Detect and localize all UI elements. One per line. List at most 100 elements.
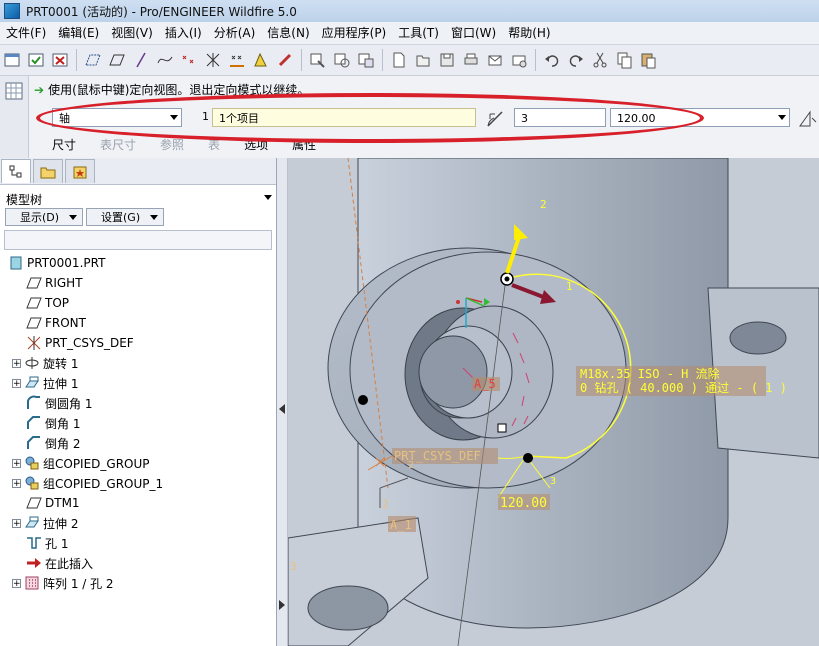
tree-item-hole-1[interactable]: 孔 1 (26, 533, 68, 553)
panel-splitter[interactable] (277, 158, 288, 646)
menu-insert[interactable]: 插入(I) (159, 22, 208, 44)
angle-range-icon[interactable] (798, 110, 818, 128)
tree-item-label: 拉伸 1 (43, 376, 79, 391)
tree-item-round-1[interactable]: 倒圆角 1 (26, 393, 92, 413)
show-button[interactable]: 显示(D) (5, 208, 83, 226)
tab-dimensions[interactable]: 尺寸 (52, 136, 76, 153)
tree-item-label: 在此插入 (45, 556, 94, 571)
folder-icon (40, 167, 56, 178)
tree-item-label: 阵列 1 / 孔 2 (43, 576, 114, 591)
send-icon[interactable] (508, 49, 530, 71)
plane-display-icon[interactable] (106, 49, 128, 71)
cut-icon[interactable] (589, 49, 611, 71)
tree-item-copied-group-1[interactable]: + 组COPIED_GROUP_1 (12, 473, 163, 493)
link-icon[interactable] (274, 49, 296, 71)
email-icon[interactable] (484, 49, 506, 71)
axis-tag-a1: A_1 (390, 518, 412, 532)
open-file-icon[interactable] (412, 49, 434, 71)
tree-item-label: 旋转 1 (43, 356, 79, 371)
chamfer-icon (26, 435, 42, 451)
round-icon (26, 395, 42, 411)
grid-icon (5, 82, 23, 100)
menu-info[interactable]: 信息(N) (261, 22, 315, 44)
navigator-panel: 模型树 显示(D) 设置(G) PRT0001.PRT RIGHT TOP FR… (0, 158, 277, 646)
menu-analysis[interactable]: 分析(A) (208, 22, 262, 44)
hole-note-line-1: M18x.35 ISO - H 流除 (580, 366, 720, 381)
annotation-icon[interactable] (250, 49, 272, 71)
expand-icon[interactable]: + (12, 478, 21, 488)
tree-item-dtm1[interactable]: DTM1 (26, 493, 80, 513)
tree-filter-box[interactable] (4, 230, 272, 250)
tree-item-csys[interactable]: PRT_CSYS_DEF (26, 333, 134, 353)
redo-icon[interactable] (565, 49, 587, 71)
tree-item-right[interactable]: RIGHT (26, 273, 83, 293)
collapse-left-icon[interactable] (279, 404, 285, 414)
filter-icon[interactable] (307, 49, 329, 71)
group-icon (24, 455, 40, 471)
new-window-icon[interactable] (1, 49, 23, 71)
tree-item-insert-here[interactable]: 在此插入 (26, 553, 93, 573)
tree-item-front[interactable]: FRONT (26, 313, 86, 333)
graphics-window[interactable]: M18x.35 ISO - H 流除 0 钻孔 ( 40.000 ) 通过 - … (288, 158, 819, 646)
save-icon[interactable] (436, 49, 458, 71)
expand-icon[interactable]: + (12, 458, 21, 468)
chevron-down-icon (778, 115, 786, 120)
expand-icon[interactable]: + (12, 358, 21, 368)
paste-icon[interactable] (637, 49, 659, 71)
close-window-icon[interactable] (49, 49, 71, 71)
csys-icon[interactable] (202, 49, 224, 71)
favorites-tab[interactable] (65, 159, 95, 183)
tree-item-pattern-1[interactable]: + 阵列 1 / 孔 2 (12, 573, 114, 593)
menu-tools[interactable]: 工具(T) (392, 22, 445, 44)
tree-item-chamfer-2[interactable]: 倒角 2 (26, 433, 80, 453)
expand-icon[interactable]: + (12, 378, 21, 388)
tree-item-revolve-1[interactable]: + 旋转 1 (12, 353, 78, 373)
chevron-down-icon[interactable] (264, 195, 272, 200)
settings-button[interactable]: 设置(G) (86, 208, 164, 226)
angle-dimension[interactable]: 120.00 (500, 496, 547, 511)
tree-item-chamfer-1[interactable]: 倒角 1 (26, 413, 80, 433)
menu-help[interactable]: 帮助(H) (502, 22, 556, 44)
orient-icon[interactable] (355, 49, 377, 71)
curve-icon[interactable] (154, 49, 176, 71)
main-toolbar (0, 45, 819, 76)
copy-icon[interactable] (613, 49, 635, 71)
axis-tag-a5: A_5 (474, 377, 496, 391)
new-file-icon[interactable] (388, 49, 410, 71)
title-bar: PRT0001 (活动的) - Pro/ENGINEER Wildfire 5.… (0, 0, 819, 22)
toolbar-separator (76, 49, 77, 71)
toolbar-separator (535, 49, 536, 71)
direction-label: 2 (408, 460, 414, 471)
print-icon[interactable] (460, 49, 482, 71)
tree-item-top[interactable]: TOP (26, 293, 69, 313)
extrude-icon (24, 375, 40, 391)
datum-plane-icon (26, 495, 42, 511)
tree-item-extrude-1[interactable]: + 拉伸 1 (12, 373, 78, 393)
model-tree-tab[interactable] (1, 159, 31, 183)
point-icon[interactable] (178, 49, 200, 71)
menu-view[interactable]: 视图(V) (105, 22, 159, 44)
expand-right-icon[interactable] (279, 600, 285, 610)
undo-icon[interactable] (541, 49, 563, 71)
datum-plane-icon (26, 315, 42, 331)
expand-icon[interactable]: + (12, 518, 21, 528)
datum-plane-icon[interactable] (82, 49, 104, 71)
expand-icon[interactable]: + (12, 578, 21, 588)
model-tree-title: 模型树 (6, 193, 43, 207)
dashboard-handle[interactable] (0, 76, 29, 158)
open-window-icon[interactable] (25, 49, 47, 71)
tree-item-copied-group[interactable]: + 组COPIED_GROUP (12, 453, 150, 473)
axis-display-icon[interactable] (130, 49, 152, 71)
spin-center-icon[interactable] (226, 49, 248, 71)
folder-browser-tab[interactable] (33, 159, 63, 183)
tree-item-part[interactable]: PRT0001.PRT (8, 253, 105, 273)
direction-label: 3 (550, 476, 556, 487)
repaint-icon[interactable] (331, 49, 353, 71)
menu-window[interactable]: 窗口(W) (445, 22, 502, 44)
menu-file[interactable]: 文件(F) (0, 22, 52, 44)
datum-plane-icon (26, 295, 42, 311)
menu-applications[interactable]: 应用程序(P) (316, 22, 393, 44)
extrude-icon (24, 515, 40, 531)
tree-item-extrude-2[interactable]: + 拉伸 2 (12, 513, 78, 533)
menu-edit[interactable]: 编辑(E) (52, 22, 105, 44)
